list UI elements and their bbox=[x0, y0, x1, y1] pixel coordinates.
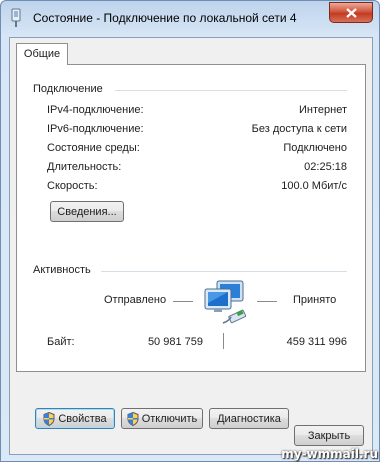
uac-shield-icon bbox=[43, 411, 55, 426]
connection-group-label: Подключение bbox=[33, 83, 103, 95]
disable-button-label: Отключить bbox=[141, 412, 198, 425]
speed-label: Скорость: bbox=[47, 180, 98, 192]
network-computers-icon bbox=[204, 280, 247, 324]
close-window-button[interactable] bbox=[329, 2, 373, 23]
bytes-sent-value: 50 981 759 bbox=[147, 336, 203, 348]
ipv4-value: Интернет bbox=[299, 104, 347, 116]
diagnose-button[interactable]: Диагностика bbox=[209, 408, 289, 429]
dialog-body: Общие Подключение IPv4-подключение: Инте… bbox=[9, 37, 373, 455]
network-status-icon bbox=[11, 8, 21, 27]
received-label: Принято bbox=[293, 294, 337, 306]
bytes-received-value: 459 311 996 bbox=[286, 336, 347, 348]
tab-general[interactable]: Общие bbox=[16, 43, 68, 65]
uac-shield-icon bbox=[127, 411, 139, 426]
watermark: my-wmmail.ru bbox=[281, 447, 378, 461]
window-title: Состояние - Подключение по локальной сет… bbox=[33, 11, 297, 25]
details-button[interactable]: Сведения... bbox=[50, 201, 124, 222]
bytes-label: Байт: bbox=[47, 336, 75, 348]
sent-label: Отправлено bbox=[104, 294, 167, 306]
close-button[interactable]: Закрыть bbox=[294, 425, 364, 446]
properties-button[interactable]: Свойства bbox=[35, 408, 115, 429]
close-icon bbox=[345, 7, 357, 18]
disable-button[interactable]: Отключить bbox=[121, 408, 203, 429]
activity-divider bbox=[101, 271, 347, 272]
connection-divider bbox=[115, 90, 347, 91]
status-dialog: Состояние - Подключение по локальной сет… bbox=[0, 0, 380, 462]
activity-group-label: Активность bbox=[33, 264, 91, 276]
sent-connector bbox=[173, 301, 193, 302]
ipv4-label: IPv4-подключение: bbox=[47, 104, 144, 116]
ipv6-value: Без доступа к сети bbox=[251, 123, 347, 135]
media-state-label: Состояние среды: bbox=[47, 142, 140, 154]
title-bar[interactable]: Состояние - Подключение по локальной сет… bbox=[1, 1, 379, 35]
duration-label: Длительность: bbox=[47, 161, 122, 173]
media-state-value: Подключено bbox=[283, 142, 347, 154]
duration-value: 02:25:18 bbox=[304, 161, 347, 173]
tab-panel-general: Подключение IPv4-подключение: Интернет I… bbox=[16, 64, 366, 429]
properties-button-label: Свойства bbox=[58, 412, 107, 425]
bytes-divider bbox=[223, 333, 224, 349]
ipv6-label: IPv6-подключение: bbox=[47, 123, 144, 135]
speed-value: 100.0 Мбит/с bbox=[281, 180, 347, 192]
received-connector bbox=[257, 301, 277, 302]
